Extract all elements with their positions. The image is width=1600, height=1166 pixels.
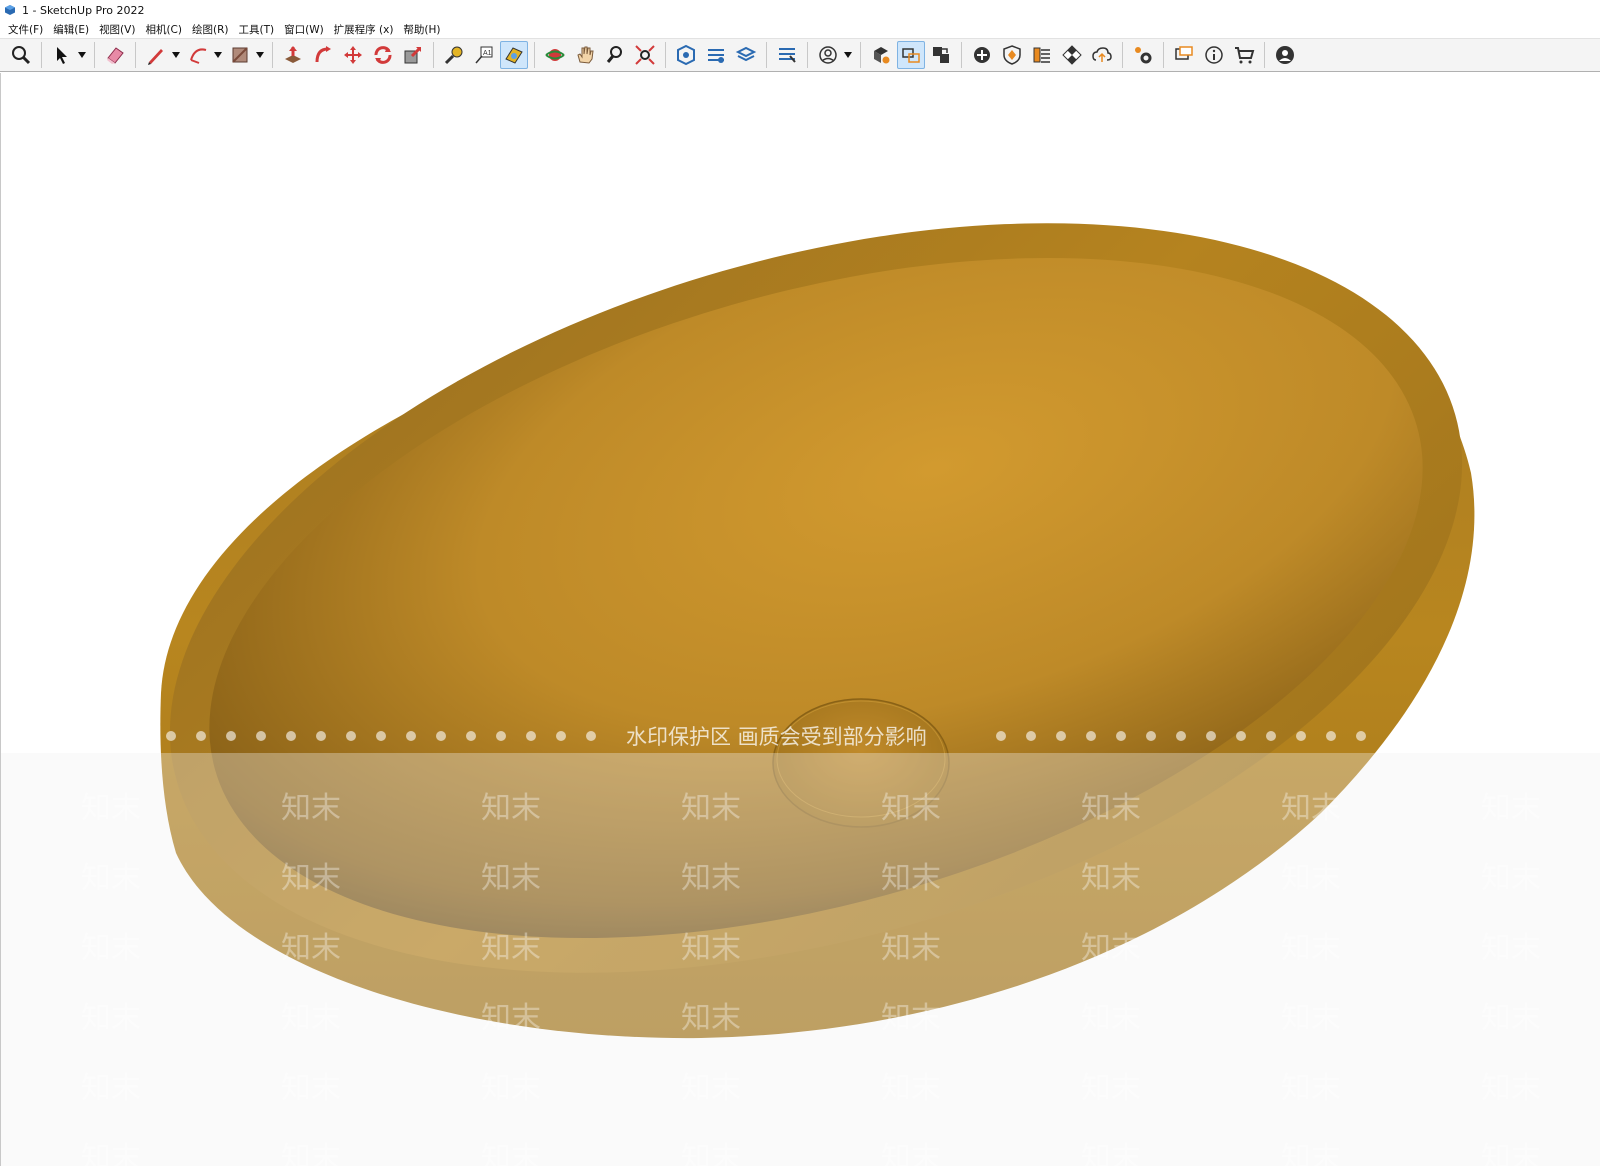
paint-dropdown-icon[interactable] <box>255 41 265 69</box>
scale-icon[interactable] <box>399 41 427 69</box>
move-icon[interactable] <box>339 41 367 69</box>
toolbar-separator <box>1163 42 1164 68</box>
export-icon[interactable] <box>927 41 955 69</box>
main-toolbar: A1 <box>0 38 1600 72</box>
scenes-icon[interactable] <box>732 41 760 69</box>
user-dropdown-icon[interactable] <box>843 41 853 69</box>
follow-me-icon[interactable] <box>309 41 337 69</box>
sketchup-app-icon <box>5 5 15 15</box>
toolbar-separator <box>665 42 666 68</box>
settings-icon[interactable] <box>1129 41 1157 69</box>
dynamic-components-icon[interactable] <box>897 41 925 69</box>
cart-icon[interactable] <box>1230 41 1258 69</box>
modeling-viewport[interactable]: 知末 水印保护区 画质会受到部分影响 <box>0 73 1600 1166</box>
arc-dropdown-icon[interactable] <box>213 41 223 69</box>
paint-bucket-icon[interactable] <box>226 41 254 69</box>
zoom-icon[interactable] <box>7 41 35 69</box>
zoom-extents-icon[interactable] <box>631 41 659 69</box>
eraser-icon[interactable] <box>101 41 129 69</box>
menu-help[interactable]: 帮助(H) <box>399 22 444 37</box>
toolbar-separator <box>433 42 434 68</box>
components-icon[interactable] <box>867 41 895 69</box>
toolbar-separator <box>1122 42 1123 68</box>
menu-camera[interactable]: 相机(C) <box>141 22 186 37</box>
svg-text:A1: A1 <box>483 50 492 57</box>
toolbar-separator <box>1264 42 1265 68</box>
menu-window[interactable]: 窗口(W) <box>280 22 328 37</box>
toolbar-separator <box>534 42 535 68</box>
push-pull-icon[interactable] <box>279 41 307 69</box>
menu-file[interactable]: 文件(F) <box>4 22 47 37</box>
add-icon[interactable] <box>968 41 996 69</box>
orbit-icon[interactable] <box>541 41 569 69</box>
pan-icon[interactable] <box>571 41 599 69</box>
window-title: 1 - SketchUp Pro 2022 <box>22 3 145 17</box>
cloud-upload-icon[interactable] <box>1088 41 1116 69</box>
message-icon[interactable] <box>1170 41 1198 69</box>
pencil-icon[interactable] <box>142 41 170 69</box>
menu-edit[interactable]: 编辑(E) <box>49 22 93 37</box>
toolbar-separator <box>860 42 861 68</box>
menu-draw[interactable]: 绘图(R) <box>188 22 233 37</box>
section-plane-icon[interactable] <box>500 41 528 69</box>
toolbar-separator <box>135 42 136 68</box>
select-icon[interactable] <box>48 41 76 69</box>
tape-measure-icon[interactable] <box>440 41 468 69</box>
select-dropdown-icon[interactable] <box>77 41 87 69</box>
toolbar-separator <box>41 42 42 68</box>
menu-bar: 文件(F) 编辑(E) 视图(V) 相机(C) 绘图(R) 工具(T) 窗口(W… <box>0 20 1600 38</box>
toolbar-separator <box>961 42 962 68</box>
layers-icon[interactable] <box>702 41 730 69</box>
text-icon[interactable]: A1 <box>470 41 498 69</box>
info-icon[interactable] <box>1200 41 1228 69</box>
window-titlebar: 1 - SketchUp Pro 2022 <box>0 0 1600 20</box>
user-icon[interactable] <box>814 41 842 69</box>
account-icon[interactable] <box>1271 41 1299 69</box>
outliner-icon[interactable] <box>773 41 801 69</box>
zoom-window-icon[interactable] <box>601 41 629 69</box>
menu-tools[interactable]: 工具(T) <box>234 22 278 37</box>
warehouse-icon[interactable] <box>672 41 700 69</box>
materials-icon[interactable] <box>1028 41 1056 69</box>
extension-warehouse-icon[interactable] <box>998 41 1026 69</box>
toolbar-separator <box>272 42 273 68</box>
toolbar-separator <box>94 42 95 68</box>
checker-icon[interactable] <box>1058 41 1086 69</box>
menu-extensions[interactable]: 扩展程序 (x) <box>330 22 398 37</box>
menu-view[interactable]: 视图(V) <box>95 22 139 37</box>
toolbar-separator <box>766 42 767 68</box>
watermark-text: 水印保护区 画质会受到部分影响 <box>626 725 927 749</box>
toolbar-separator <box>807 42 808 68</box>
rotate-icon[interactable] <box>369 41 397 69</box>
pencil-dropdown-icon[interactable] <box>171 41 181 69</box>
arc-icon[interactable] <box>184 41 212 69</box>
basin-model: 知末 水印保护区 画质会受到部分影响 <box>1 223 1600 1166</box>
